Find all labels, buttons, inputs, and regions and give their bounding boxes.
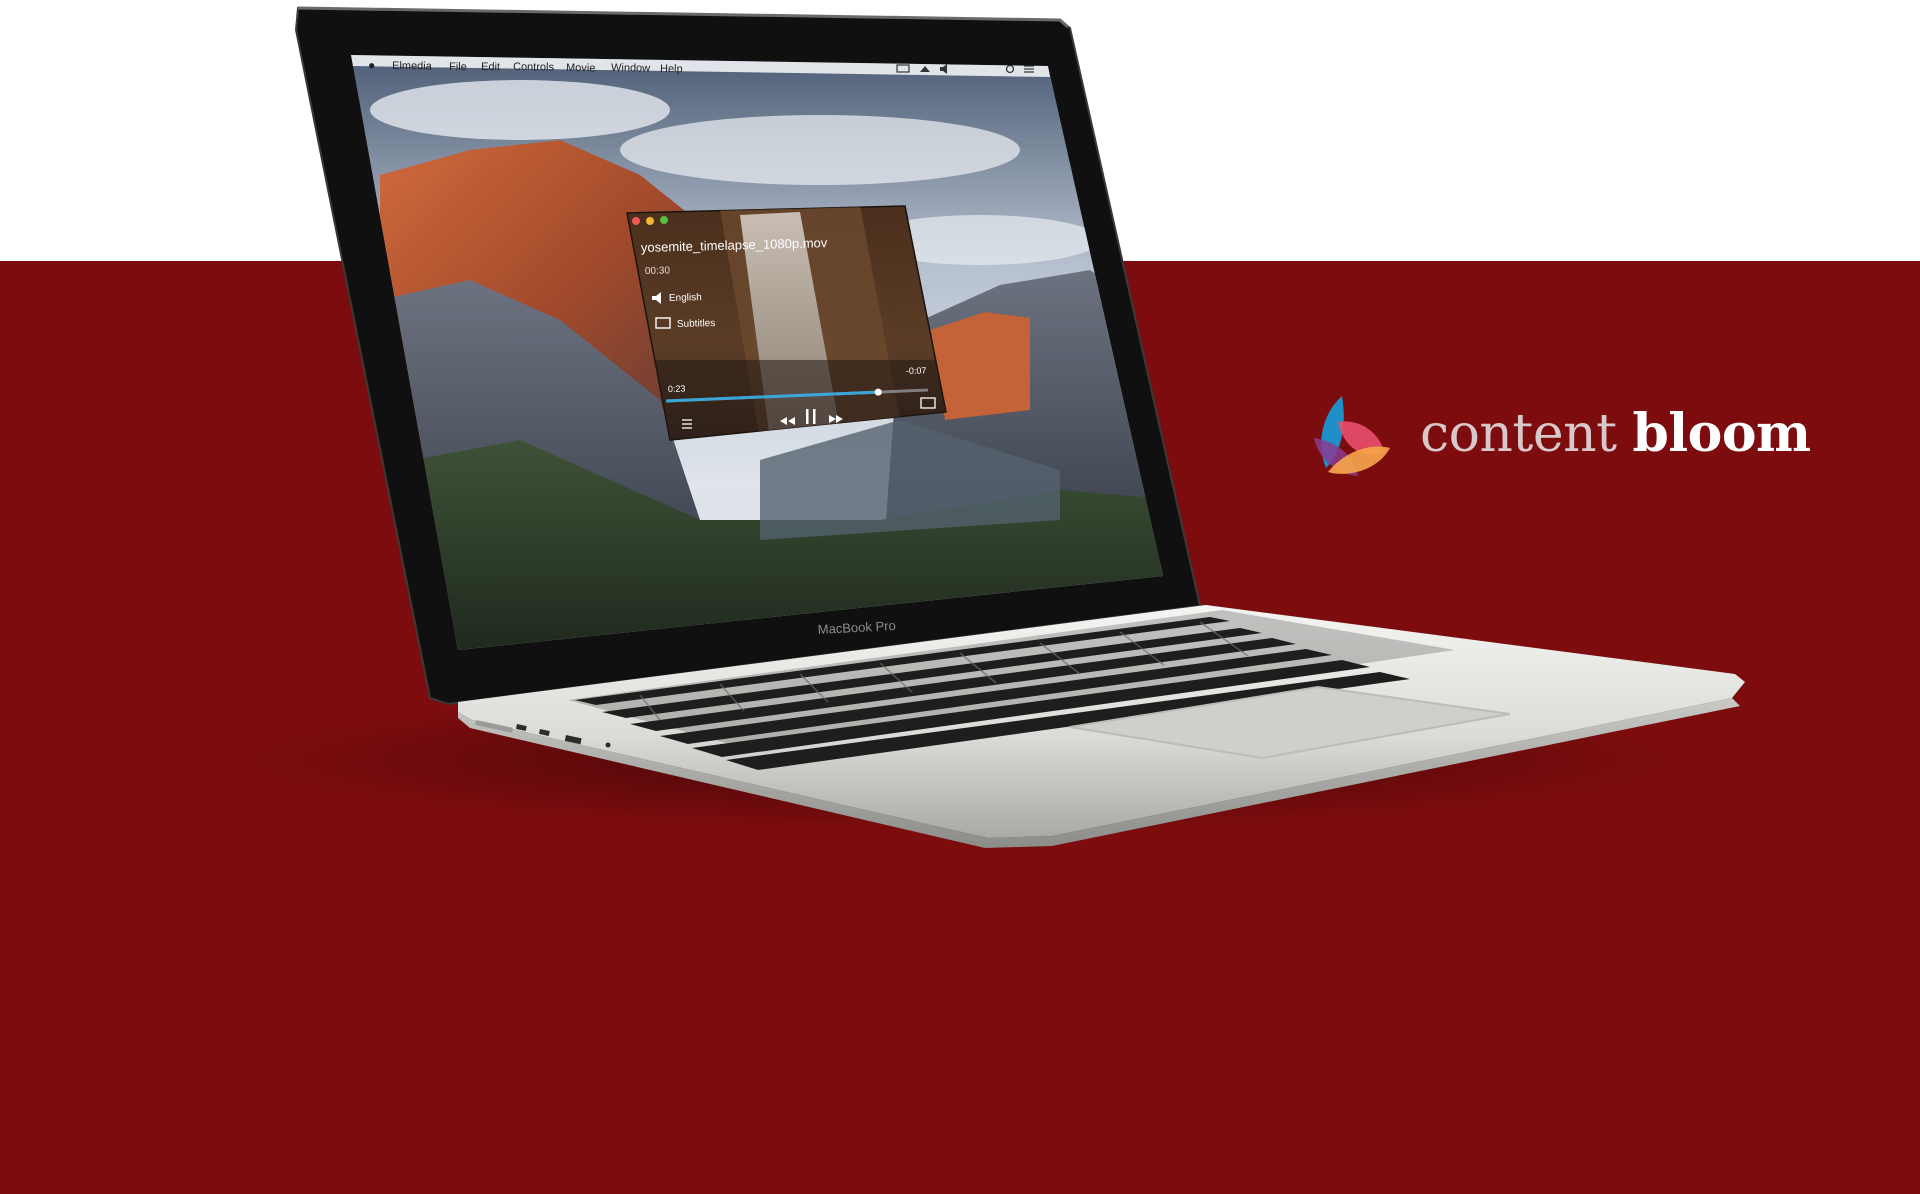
brand-lockup: content bloom bbox=[1308, 392, 1811, 492]
audio-track-label[interactable]: English bbox=[669, 292, 702, 304]
player-window[interactable]: yosemite_timelapse_1080p.mov 00:30 Engli… bbox=[620, 205, 960, 450]
close-button[interactable] bbox=[632, 217, 640, 225]
menu-item-movie[interactable]: Movie bbox=[566, 62, 596, 74]
menu-item-elmedia[interactable]: Elmedia bbox=[392, 60, 433, 73]
apple-icon[interactable]: ● bbox=[368, 58, 375, 72]
menu-item-help[interactable]: Help bbox=[660, 63, 683, 75]
content-bloom-logo bbox=[1314, 396, 1390, 476]
zoom-button[interactable] bbox=[660, 216, 668, 224]
menu-item-window[interactable]: Window bbox=[611, 62, 650, 75]
time-remaining: -0:07 bbox=[906, 365, 927, 376]
menu-item-file[interactable]: File bbox=[449, 61, 467, 73]
menu-item-controls[interactable]: Controls bbox=[513, 61, 555, 74]
brand-word-content: content bbox=[1420, 404, 1617, 464]
progress-knob[interactable] bbox=[874, 388, 882, 396]
brand-wordmark: content bloom bbox=[1420, 403, 1812, 465]
brand-word-bloom: bloom bbox=[1632, 403, 1812, 464]
player-duration: 00:30 bbox=[645, 265, 671, 277]
laptop-illustration: ● Elmedia File Edit Controls Movie Windo… bbox=[240, 6, 1745, 848]
time-elapsed: 0:23 bbox=[668, 384, 686, 394]
minimize-button[interactable] bbox=[646, 217, 654, 225]
menu-item-edit[interactable]: Edit bbox=[481, 61, 500, 73]
subtitles-label[interactable]: Subtitles bbox=[677, 318, 716, 330]
